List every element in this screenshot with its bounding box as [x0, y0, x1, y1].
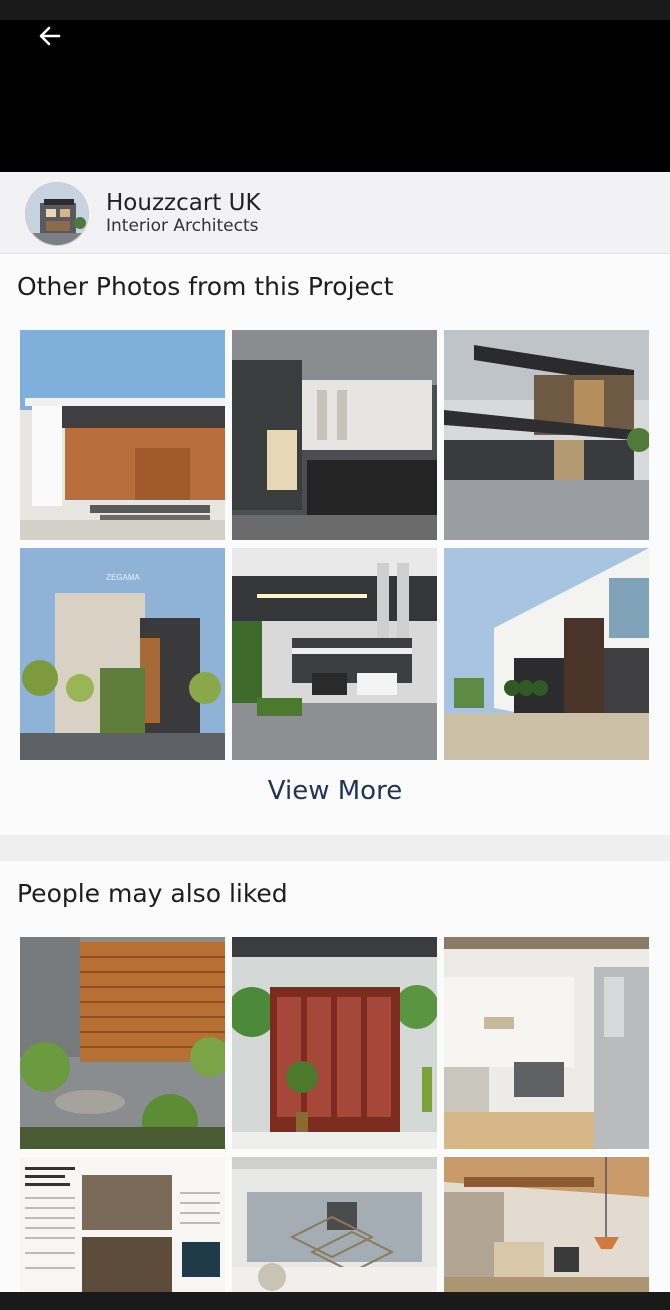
- project-photo[interactable]: [232, 548, 437, 760]
- project-photo[interactable]: [232, 330, 437, 540]
- arrow-left-icon: [37, 23, 63, 54]
- professional-role: Interior Architects: [106, 216, 259, 236]
- project-photo[interactable]: [444, 548, 649, 760]
- liked-photo[interactable]: [444, 937, 649, 1149]
- liked-photo[interactable]: [20, 1157, 225, 1297]
- professional-name[interactable]: Houzzcart UK: [106, 190, 261, 216]
- svg-text:ZEGAMA: ZEGAMA: [106, 573, 140, 582]
- status-strip: [0, 0, 670, 20]
- project-photo[interactable]: [20, 330, 225, 540]
- liked-photo[interactable]: [232, 937, 437, 1149]
- liked-photo[interactable]: [444, 1157, 649, 1297]
- liked-photo[interactable]: [232, 1157, 437, 1297]
- project-photo[interactable]: ZEGAMA: [20, 548, 225, 760]
- avatar[interactable]: [25, 182, 89, 246]
- bottom-strip: [0, 1292, 670, 1310]
- liked-photo[interactable]: [20, 937, 225, 1149]
- professional-bar[interactable]: Houzzcart UK Interior Architects: [0, 172, 670, 254]
- liked-photos-section: People may also liked: [0, 861, 670, 1310]
- photo-viewer[interactable]: [0, 20, 670, 172]
- back-button[interactable]: [30, 22, 70, 54]
- project-photos-section: Other Photos from this Project ZEGAMA Vi…: [0, 254, 670, 835]
- project-photo-grid: ZEGAMA: [20, 330, 649, 760]
- view-more-button[interactable]: View More: [0, 776, 670, 806]
- section-title: Other Photos from this Project: [17, 272, 394, 301]
- section-title: People may also liked: [17, 879, 288, 908]
- liked-photo-grid: [20, 937, 649, 1297]
- project-photo[interactable]: [444, 330, 649, 540]
